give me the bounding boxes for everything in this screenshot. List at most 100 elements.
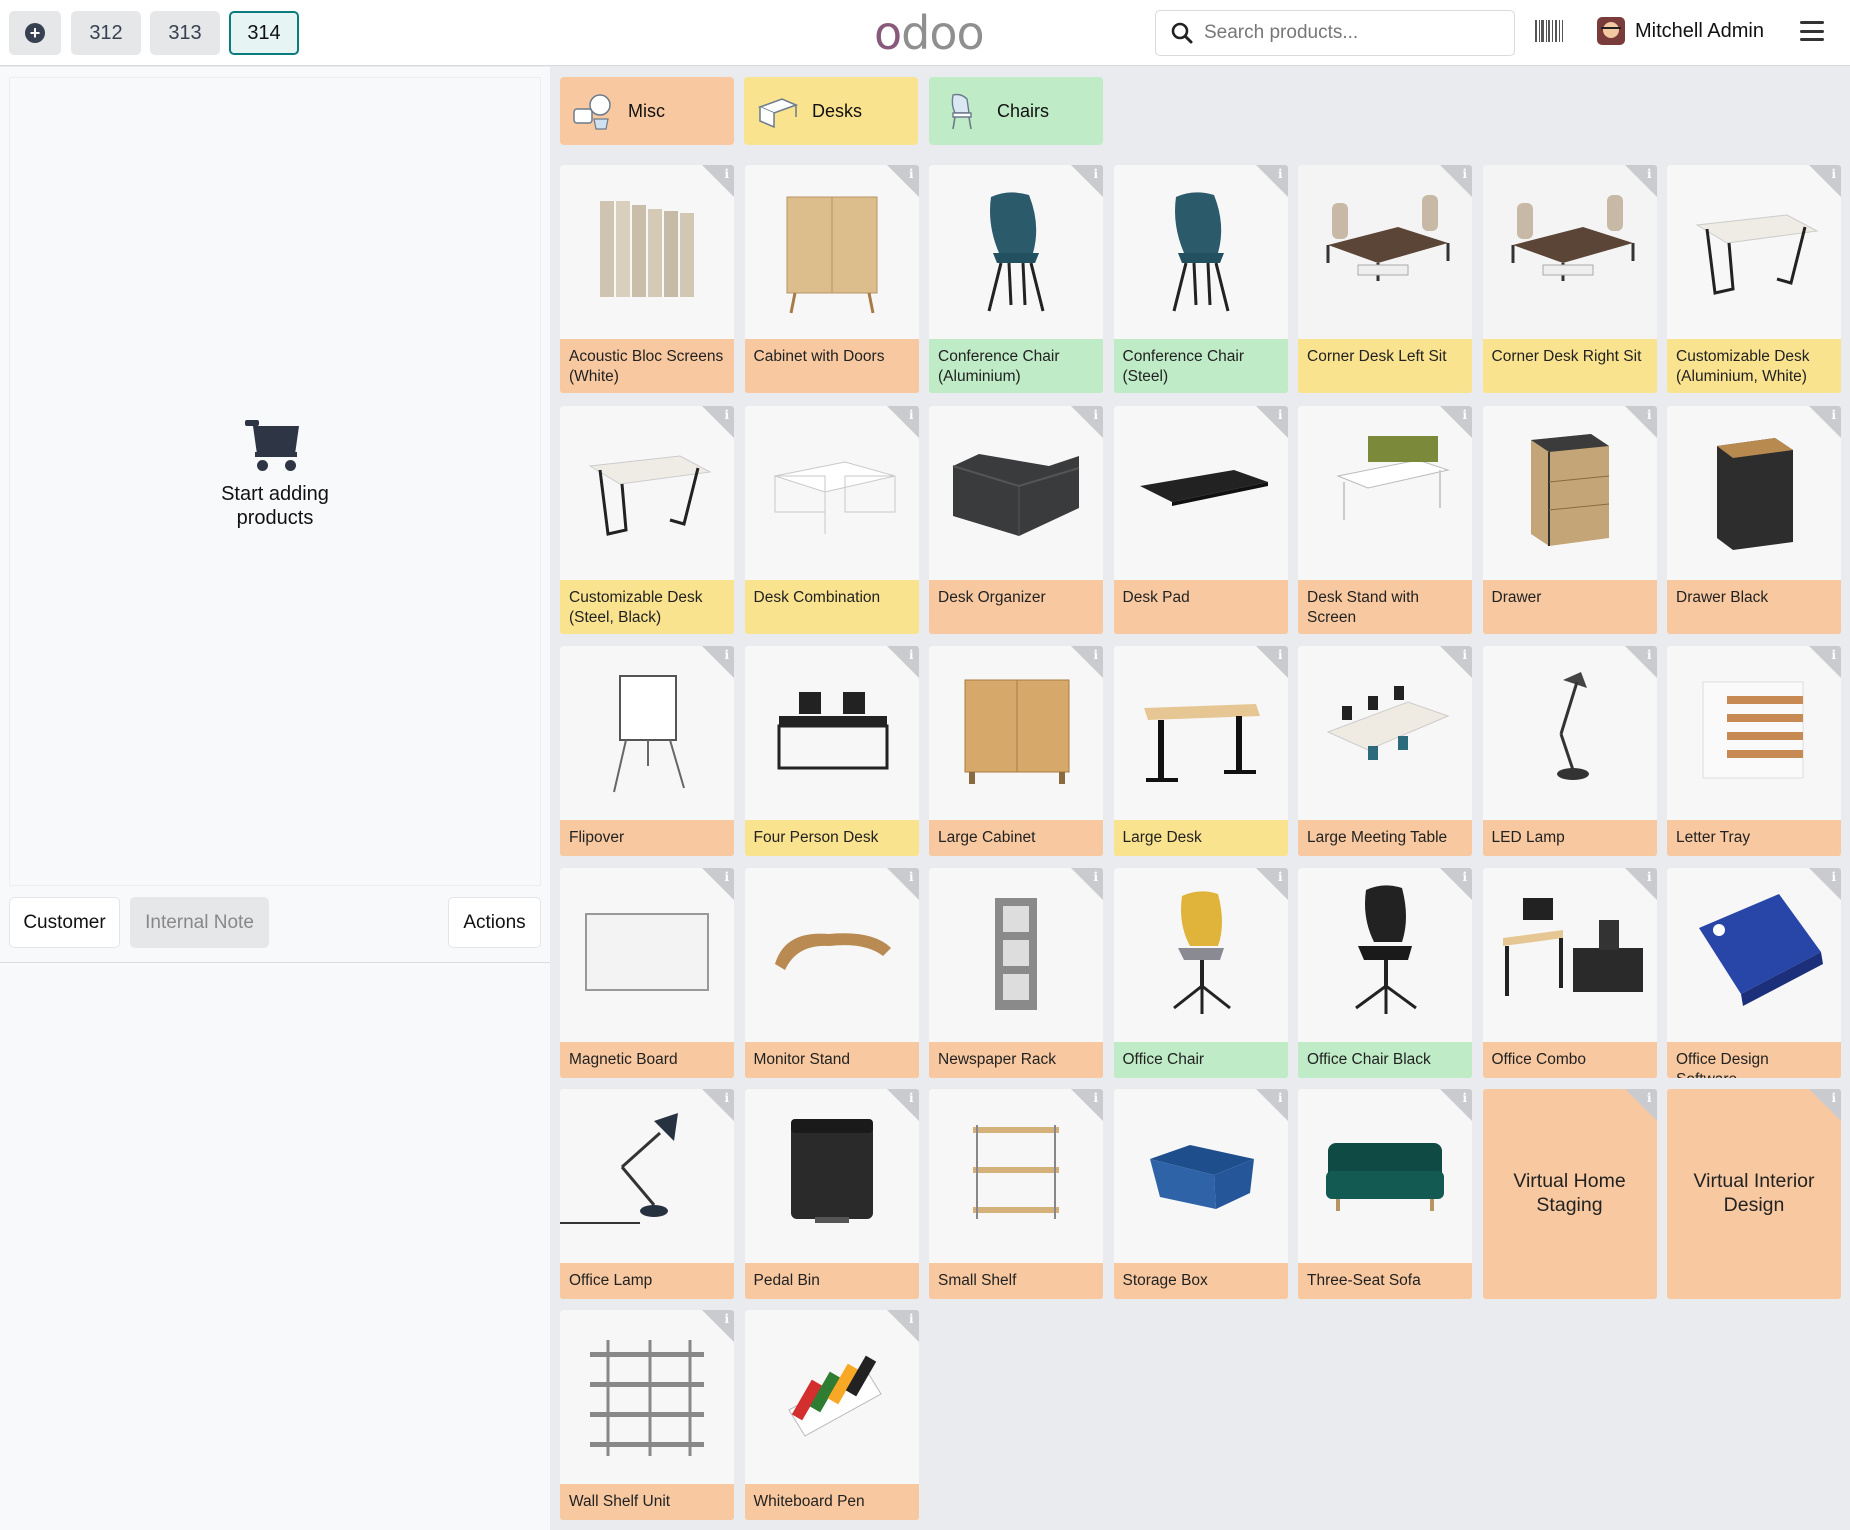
product-name: Desk Organizer <box>929 580 1103 634</box>
info-icon[interactable]: i <box>1624 868 1657 900</box>
product-card-corner-desk-left-sit[interactable]: Corner Desk Left Sit i <box>1298 165 1472 393</box>
product-card-conference-chair-steel[interactable]: Conference Chair (Steel) i <box>1113 165 1288 393</box>
product-name: Corner Desk Right Sit <box>1482 339 1657 393</box>
info-icon[interactable]: i <box>1255 406 1288 438</box>
order-tab-314[interactable]: 314 <box>229 11 299 55</box>
product-name: Storage Box <box>1113 1263 1288 1299</box>
product-card-led-lamp[interactable]: LED Lamp i <box>1482 646 1657 856</box>
info-icon[interactable]: i <box>1809 1089 1841 1121</box>
product-card-wall-shelf-unit[interactable]: Wall Shelf Unit i <box>560 1310 734 1520</box>
info-icon[interactable]: i <box>1624 165 1657 197</box>
info-icon[interactable]: i <box>1440 165 1472 197</box>
product-name: Large Desk <box>1113 820 1288 856</box>
info-icon[interactable]: i <box>1624 646 1657 678</box>
info-icon[interactable]: i <box>1255 868 1288 900</box>
new-order-button[interactable]: + <box>9 11 61 55</box>
actions-button[interactable]: Actions <box>448 897 541 948</box>
info-icon[interactable]: i <box>1624 406 1657 438</box>
product-card-customizable-desk-steel-black[interactable]: Customizable Desk (Steel, Black) i <box>560 406 734 634</box>
product-card-desk-organizer[interactable]: Desk Organizer i <box>929 406 1103 634</box>
info-icon[interactable]: i <box>1071 868 1103 900</box>
plus-icon: + <box>25 23 45 43</box>
info-icon[interactable]: i <box>702 646 734 678</box>
product-card-virtual-interior-design[interactable]: Virtual Interior Design i <box>1667 1089 1841 1299</box>
info-icon[interactable]: i <box>702 406 734 438</box>
product-card-letter-tray[interactable]: Letter Tray i <box>1667 646 1841 856</box>
product-name: Office Lamp <box>560 1263 734 1299</box>
info-icon[interactable]: i <box>1440 1089 1472 1121</box>
logo-text: odoo <box>874 6 985 60</box>
product-card-desk-combination[interactable]: Desk Combination i <box>744 406 919 634</box>
product-card-desk-stand-with-screen[interactable]: Desk Stand with Screen i <box>1298 406 1472 634</box>
info-icon[interactable]: i <box>1071 406 1103 438</box>
info-icon[interactable]: i <box>886 165 919 197</box>
product-card-acoustic-bloc-screens-white[interactable]: Acoustic Bloc Screens (White) i <box>560 165 734 393</box>
product-card-office-design-software[interactable]: Office Design Software i <box>1667 868 1841 1078</box>
info-icon[interactable]: i <box>702 1089 734 1121</box>
info-icon[interactable]: i <box>1255 646 1288 678</box>
product-card-large-cabinet[interactable]: Large Cabinet i <box>929 646 1103 856</box>
product-card-whiteboard-pen[interactable]: Whiteboard Pen i <box>744 1310 919 1520</box>
info-icon[interactable]: i <box>1440 406 1472 438</box>
product-card-large-desk[interactable]: Large Desk i <box>1113 646 1288 856</box>
product-name: Virtual Interior Design <box>1693 1170 1815 1216</box>
internal-note-button[interactable]: Internal Note <box>130 897 269 948</box>
category-label: Desks <box>812 100 863 121</box>
info-icon[interactable]: i <box>702 165 734 197</box>
product-card-office-chair[interactable]: Office Chair i <box>1113 868 1288 1078</box>
info-icon[interactable]: i <box>1071 165 1103 197</box>
info-icon[interactable]: i <box>886 406 919 438</box>
info-icon[interactable]: i <box>1809 406 1841 438</box>
product-card-desk-pad[interactable]: Desk Pad i <box>1113 406 1288 634</box>
info-icon[interactable]: i <box>886 1089 919 1121</box>
info-icon[interactable]: i <box>1071 1089 1103 1121</box>
customer-button[interactable]: Customer <box>9 897 120 948</box>
info-icon[interactable]: i <box>1809 868 1841 900</box>
misc-category-icon <box>572 91 614 131</box>
product-card-storage-box[interactable]: Storage Box i <box>1113 1089 1288 1299</box>
info-icon[interactable]: i <box>1440 646 1472 678</box>
shopping-cart-icon <box>245 420 305 474</box>
product-card-drawer-black[interactable]: Drawer Black i <box>1667 406 1841 634</box>
product-card-three-seat-sofa[interactable]: Three-Seat Sofa i <box>1298 1089 1472 1299</box>
info-icon[interactable]: i <box>702 1310 734 1342</box>
product-card-four-person-desk[interactable]: Four Person Desk i <box>744 646 919 856</box>
info-icon[interactable]: i <box>1071 646 1103 678</box>
product-card-magnetic-board[interactable]: Magnetic Board i <box>560 868 734 1078</box>
info-icon[interactable]: i <box>1255 165 1288 197</box>
product-card-customizable-desk-aluminium-white[interactable]: Customizable Desk (Aluminium, White) i <box>1667 165 1841 393</box>
barcode-icon[interactable] <box>1535 20 1563 42</box>
info-icon[interactable]: i <box>886 868 919 900</box>
order-tab-313[interactable]: 313 <box>150 11 220 55</box>
hamburger-menu-icon[interactable] <box>1800 21 1824 41</box>
order-tab-312[interactable]: 312 <box>71 11 141 55</box>
product-card-office-lamp[interactable]: Office Lamp i <box>560 1089 734 1299</box>
category-desks[interactable]: Desks <box>744 77 918 145</box>
product-card-virtual-home-staging[interactable]: Virtual Home Staging i <box>1482 1089 1657 1299</box>
info-icon[interactable]: i <box>1809 646 1841 678</box>
product-card-cabinet-with-doors[interactable]: Cabinet with Doors i <box>744 165 919 393</box>
product-card-office-chair-black[interactable]: Office Chair Black i <box>1298 868 1472 1078</box>
product-card-conference-chair-aluminium[interactable]: Conference Chair (Aluminium) i <box>929 165 1103 393</box>
search-input[interactable] <box>1204 22 1494 44</box>
product-card-monitor-stand[interactable]: Monitor Stand i <box>744 868 919 1078</box>
product-card-drawer[interactable]: Drawer i <box>1482 406 1657 634</box>
user-menu[interactable]: Mitchell Admin <box>1597 17 1764 45</box>
product-card-newspaper-rack[interactable]: Newspaper Rack i <box>929 868 1103 1078</box>
info-icon[interactable]: i <box>1255 1089 1288 1121</box>
product-card-pedal-bin[interactable]: Pedal Bin i <box>744 1089 919 1299</box>
product-card-small-shelf[interactable]: Small Shelf i <box>929 1089 1103 1299</box>
info-icon[interactable]: i <box>886 646 919 678</box>
info-icon[interactable]: i <box>1809 165 1841 197</box>
category-misc[interactable]: Misc <box>560 77 734 145</box>
search-box[interactable] <box>1155 10 1515 56</box>
info-icon[interactable]: i <box>886 1310 919 1342</box>
info-icon[interactable]: i <box>1440 868 1472 900</box>
info-icon[interactable]: i <box>1624 1089 1657 1121</box>
product-card-large-meeting-table[interactable]: Large Meeting Table i <box>1298 646 1472 856</box>
product-card-office-combo[interactable]: Office Combo i <box>1482 868 1657 1078</box>
product-card-corner-desk-right-sit[interactable]: Corner Desk Right Sit i <box>1482 165 1657 393</box>
category-chairs[interactable]: Chairs <box>929 77 1103 145</box>
info-icon[interactable]: i <box>702 868 734 900</box>
product-card-flipover[interactable]: Flipover i <box>560 646 734 856</box>
